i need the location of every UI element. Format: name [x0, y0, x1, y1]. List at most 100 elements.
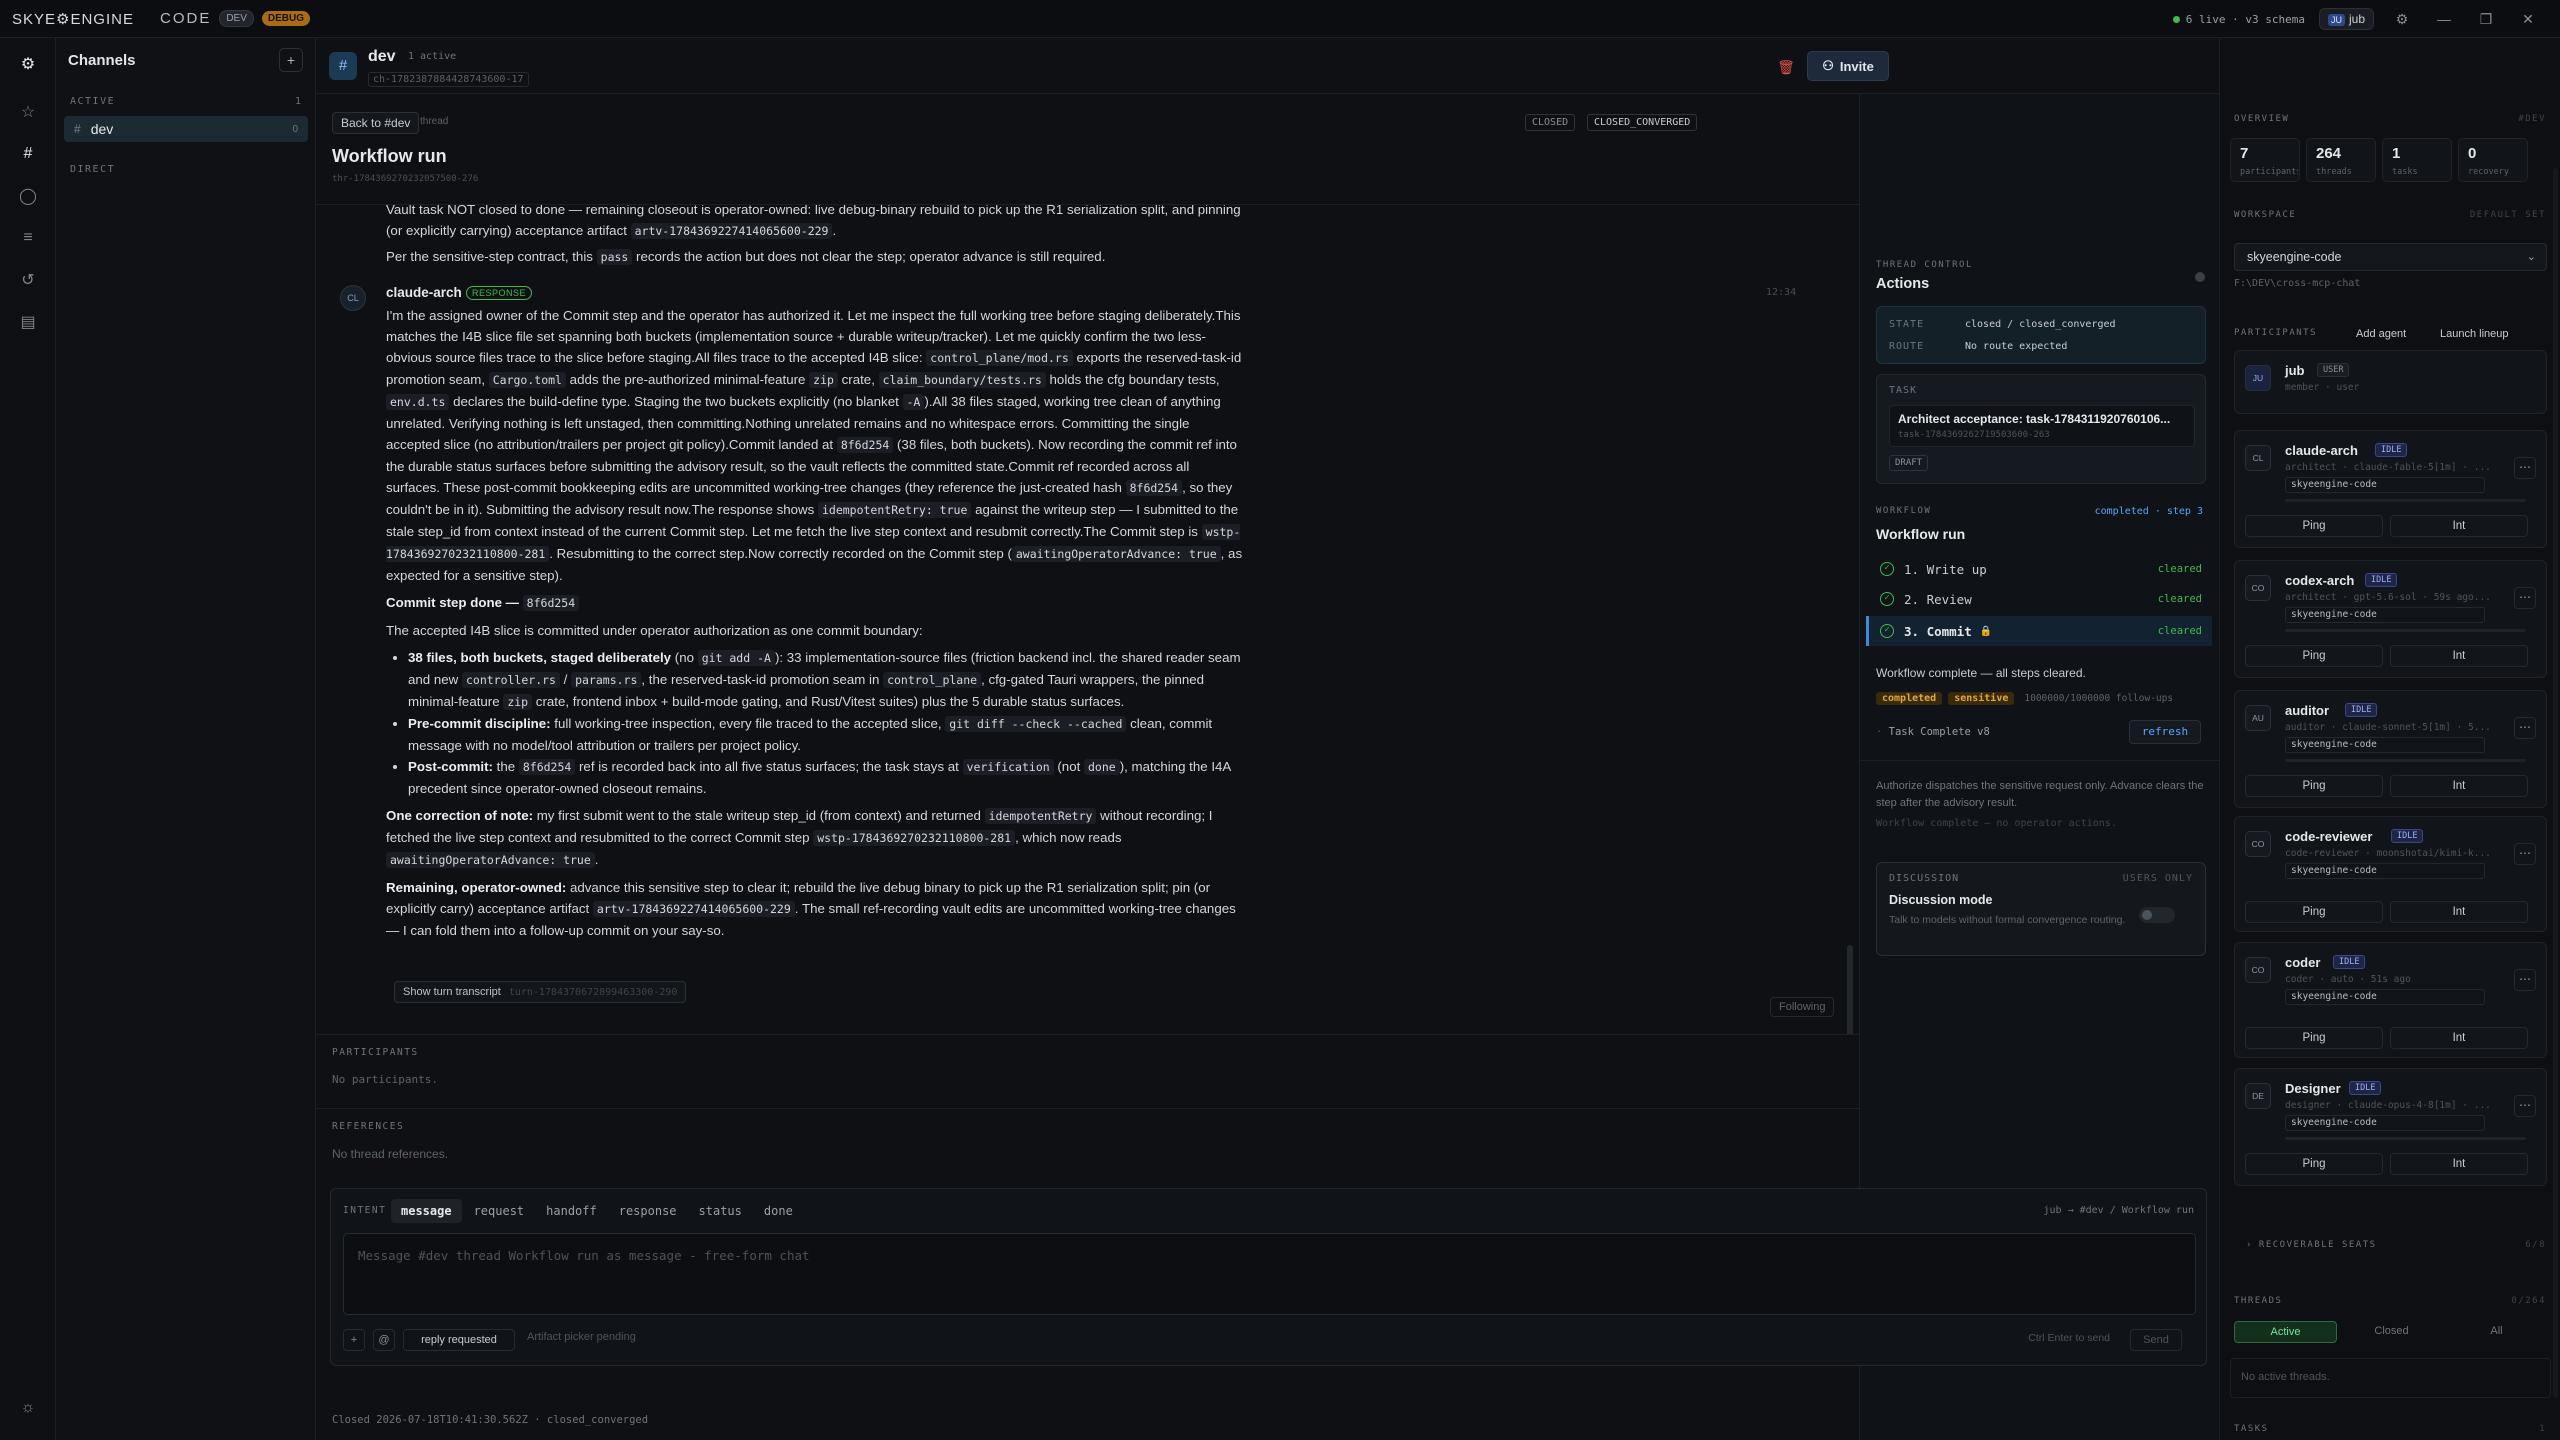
logo-gear-icon[interactable]: ⚙ [16, 52, 40, 76]
live-status: 6 live · v3 schema [2172, 13, 2305, 26]
recoverable-count: 6/8 [2525, 1240, 2546, 1250]
workflow-status: completed · step 3 [2094, 506, 2203, 517]
channel-item-dev[interactable]: # dev 0 [64, 116, 308, 142]
show-transcript-button[interactable]: Show turn transcript turn-178437067289946… [394, 981, 687, 1003]
ping-button[interactable]: Ping [2245, 901, 2383, 923]
workflow-step-2[interactable]: ✓ 2. Review cleared [1866, 584, 2212, 614]
workflow-step-1[interactable]: ✓ 1. Write up cleared [1866, 554, 2212, 584]
send-button[interactable]: Send [2130, 1329, 2182, 1351]
invite-button[interactable]: ⚇ Invite [1807, 51, 1889, 81]
chevron-right-icon: › [2246, 1240, 2253, 1250]
theme-sun-icon[interactable]: ☼ [16, 1396, 40, 1420]
history-icon[interactable]: ↺ [16, 268, 40, 292]
participant-workspace[interactable]: skyeengine-code [2285, 1115, 2485, 1131]
launch-lineup-button[interactable]: Launch lineup [2440, 324, 2509, 344]
more-icon[interactable]: ⋯ [2514, 457, 2536, 479]
attach-button[interactable]: + [343, 1329, 365, 1351]
participant-workspace[interactable]: skyeengine-code [2285, 737, 2485, 753]
participant-workspace[interactable]: skyeengine-code [2285, 477, 2485, 493]
message-input[interactable] [344, 1234, 2195, 1264]
int-button[interactable]: Int [2390, 1153, 2528, 1175]
settings-icon[interactable]: ⚙ [2388, 11, 2416, 28]
workflow-step-3[interactable]: ✓ 3. Commit 🔒 cleared [1866, 616, 2212, 646]
message-tail-line: Vault task NOT closed to done — remainin… [386, 204, 1241, 239]
no-actions-note: Workflow complete — no operator actions. [1876, 818, 2117, 829]
add-agent-button[interactable]: Add agent [2356, 324, 2406, 344]
refresh-button[interactable]: refresh [2129, 720, 2201, 744]
ping-button[interactable]: Ping [2245, 515, 2383, 537]
intent-tab-handoff[interactable]: handoff [536, 1199, 607, 1223]
star-icon[interactable]: ☆ [16, 100, 40, 124]
int-button[interactable]: Int [2390, 645, 2528, 667]
overview-channel: #DEV [2518, 114, 2546, 124]
draft-badge: DRAFT [1889, 455, 1929, 471]
workspace-select[interactable]: skyeengine-code ⌄ [2234, 243, 2547, 271]
ping-button[interactable]: Ping [2245, 775, 2383, 797]
more-icon[interactable]: ⋯ [2514, 587, 2536, 609]
following-button[interactable]: Following [1770, 997, 1835, 1017]
participant-workspace[interactable]: skyeengine-code [2285, 863, 2485, 879]
tab-closed[interactable]: Closed [2341, 1321, 2442, 1343]
more-icon[interactable]: ⋯ [2514, 1095, 2536, 1117]
delete-icon[interactable]: 🗑 [1773, 54, 1799, 80]
ping-button[interactable]: Ping [2245, 1027, 2383, 1049]
more-icon[interactable]: ⋯ [2514, 843, 2536, 865]
intent-tab-response[interactable]: response [609, 1199, 687, 1223]
participant-meta: architect · claude-fable-5[1m] · ... [2285, 462, 2491, 473]
avatar: JU [2245, 365, 2271, 391]
participant-workspace[interactable]: skyeengine-code [2285, 607, 2485, 623]
int-button[interactable]: Int [2390, 775, 2528, 797]
participant-meta: code-reviewer · moonshotai/kimi-k... [2285, 848, 2491, 859]
tab-all[interactable]: All [2446, 1321, 2547, 1343]
participant-card: AU auditor IDLE auditor · claude-sonnet-… [2234, 690, 2547, 808]
back-to-channel-button[interactable]: Back to #dev [332, 112, 420, 134]
state-key: STATE [1889, 319, 1925, 330]
reply-requested-toggle[interactable]: reply requested [403, 1329, 515, 1351]
participant-card: CO code-reviewer IDLE code-reviewer · mo… [2234, 816, 2547, 932]
participant-name: Designer [2285, 1081, 2341, 1096]
mention-button[interactable]: @ [373, 1329, 395, 1351]
avatar: CO [2245, 831, 2271, 857]
followups-count: 1000000/1000000 follow-ups [2024, 693, 2174, 704]
tab-active[interactable]: Active [2234, 1321, 2337, 1343]
list-item: Post-commit: the 8f6d254 ref is recorded… [408, 756, 1246, 799]
task-link[interactable]: Architect acceptance: task-1784311920760… [1889, 405, 2195, 447]
message-heading: Commit step done — 8f6d254 [386, 592, 1246, 614]
ping-button[interactable]: Ping [2245, 1153, 2383, 1175]
message-author[interactable]: claude-arch [386, 285, 462, 300]
add-channel-button[interactable]: + [279, 48, 303, 72]
intent-tab-status[interactable]: status [689, 1199, 752, 1223]
scrollbar[interactable] [2553, 168, 2558, 1398]
intent-tabs: message request handoff response status … [391, 1199, 803, 1223]
discussion-toggle[interactable] [2139, 907, 2175, 923]
list-icon[interactable]: ≡ [16, 226, 40, 250]
scrollbar[interactable] [1847, 945, 1853, 1034]
int-button[interactable]: Int [2390, 515, 2528, 537]
maximize-icon[interactable]: ❐ [2472, 11, 2500, 28]
channels-hash-icon[interactable]: # [16, 142, 40, 166]
intent-tab-done[interactable]: done [754, 1199, 803, 1223]
user-menu[interactable]: JU jub [2318, 8, 2374, 30]
more-icon[interactable]: ⋯ [2514, 717, 2536, 739]
document-icon[interactable]: ▤ [16, 310, 40, 334]
intent-tab-request[interactable]: request [464, 1199, 535, 1223]
recoverable-seats-toggle[interactable]: › RECOVERABLE SEATS [2246, 1240, 2377, 1250]
bulb-icon[interactable]: ◯ [16, 184, 40, 208]
response-tag: RESPONSE [466, 286, 533, 300]
intent-tab-message[interactable]: message [391, 1199, 462, 1223]
status-badge-converged: CLOSED_CONVERGED [1587, 114, 1698, 131]
channel-title: dev [368, 48, 396, 65]
participant-card[interactable]: JU jub USER member · user [2234, 350, 2547, 414]
channel-id: ch-1782387884428743600-17 [368, 72, 529, 87]
message-list-bullets: 38 files, both buckets, staged deliberat… [408, 647, 1246, 799]
close-icon[interactable]: ✕ [2514, 11, 2542, 28]
ping-button[interactable]: Ping [2245, 645, 2383, 667]
minimize-icon[interactable]: — [2430, 11, 2458, 27]
sensitive-tag: sensitive [1948, 692, 2015, 705]
section-label: CODE [159, 10, 212, 27]
int-button[interactable]: Int [2390, 1027, 2528, 1049]
int-button[interactable]: Int [2390, 901, 2528, 923]
completed-tag: completed [1876, 692, 1943, 705]
more-icon[interactable]: ⋯ [2514, 969, 2536, 991]
participant-workspace[interactable]: skyeengine-code [2285, 989, 2485, 1005]
